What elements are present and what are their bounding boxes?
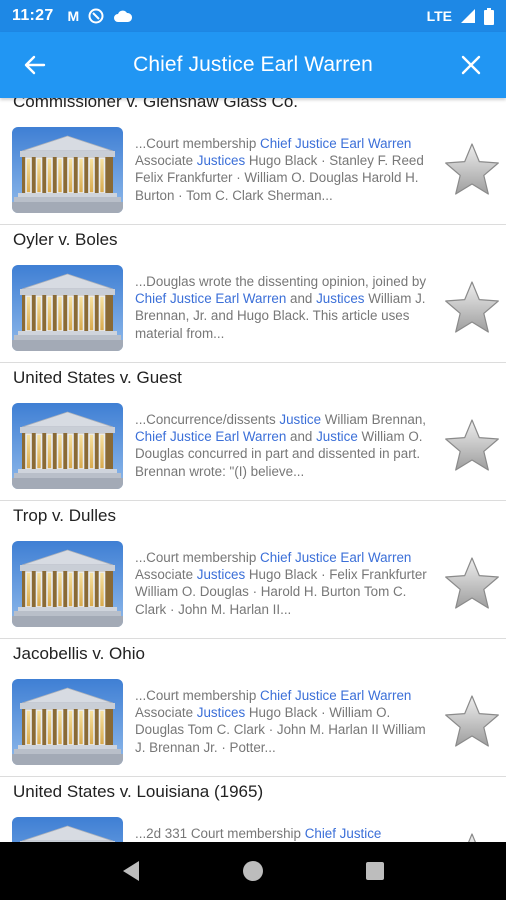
snippet-highlight: Justices — [196, 704, 246, 720]
case-title[interactable]: Commissioner v. Glenshaw Glass Co. — [0, 98, 506, 115]
favorite-star-icon[interactable] — [442, 830, 502, 842]
snippet-highlight: Chief Justice Earl Warren — [135, 290, 287, 306]
gmail-icon: M — [67, 8, 80, 24]
snippet-text: ...Court membership — [135, 687, 261, 703]
favorite-star-icon[interactable] — [442, 140, 502, 200]
favorite-star-icon[interactable] — [442, 278, 502, 338]
case-title[interactable]: Oyler v. Boles — [0, 225, 506, 253]
snippet-text: ...Douglas wrote the dissenting opinion,… — [135, 273, 427, 289]
case-title[interactable]: United States v. Guest — [0, 363, 506, 391]
snippet-text: Associate — [135, 566, 197, 582]
page-title: Chief Justice Earl Warren — [133, 53, 373, 76]
status-time: 11:27 — [12, 7, 54, 24]
snippet-text: ...Court membership — [135, 135, 261, 151]
search-results-list[interactable]: Commissioner v. Glenshaw Glass Co. ...Co… — [0, 98, 506, 842]
snippet-highlight: Justices — [316, 290, 365, 306]
supreme-court-thumbnail — [12, 264, 123, 351]
result-snippet: ...Court membership Chief Justice Earl W… — [135, 687, 439, 757]
snippet-text: ...2d 331 Court membership — [135, 825, 305, 841]
arrow-back-icon — [24, 55, 46, 75]
back-button[interactable] — [0, 32, 70, 98]
cloud-icon — [114, 10, 133, 22]
search-result: Oyler v. Boles ...Douglas wrote the diss… — [0, 225, 506, 363]
nav-back-icon[interactable] — [121, 860, 141, 882]
system-icons: LTE — [426, 7, 494, 25]
favorite-star-icon[interactable] — [442, 554, 502, 614]
result-entry[interactable]: ...2d 331 Court membership Chief Justice — [0, 805, 506, 842]
result-entry[interactable]: ...Court membership Chief Justice Earl W… — [0, 115, 506, 224]
network-type: LTE — [426, 8, 452, 24]
snippet-highlight: Chief Justice Earl Warren — [260, 135, 412, 151]
case-title[interactable]: United States v. Louisiana (1965) — [0, 777, 506, 805]
result-entry[interactable]: ...Douglas wrote the dissenting opinion,… — [0, 253, 506, 362]
snippet-highlight: Chief Justice Earl Warren — [260, 687, 412, 703]
search-result: United States v. Guest ...Concurrence/di… — [0, 363, 506, 501]
signal-icon — [461, 9, 475, 23]
snippet-highlight: Chief Justice Earl Warren — [135, 428, 287, 444]
result-snippet: ...Court membership Chief Justice Earl W… — [135, 549, 439, 619]
snippet-text: and — [286, 290, 317, 306]
search-result: United States v. Louisiana (1965) ...2d … — [0, 777, 506, 842]
case-title[interactable]: Jacobellis v. Ohio — [0, 639, 506, 667]
search-result: ...Court membership Chief Justice Earl W… — [0, 115, 506, 225]
result-snippet: ...Douglas wrote the dissenting opinion,… — [135, 273, 439, 343]
system-navigation-bar — [0, 842, 506, 900]
favorite-star-icon[interactable] — [442, 692, 502, 752]
battery-icon — [484, 7, 494, 25]
supreme-court-thumbnail — [12, 126, 123, 213]
result-entry[interactable]: ...Court membership Chief Justice Earl W… — [0, 529, 506, 638]
sync-icon — [88, 8, 104, 24]
supreme-court-thumbnail — [12, 402, 123, 489]
snippet-highlight: Justice — [279, 411, 322, 427]
snippet-highlight: Justice — [316, 428, 358, 444]
snippet-text: Associate — [135, 152, 197, 168]
result-snippet: ...2d 331 Court membership Chief Justice — [135, 825, 439, 843]
result-entry[interactable]: ...Concurrence/dissents Justice William … — [0, 391, 506, 500]
search-result: Trop v. Dulles ...Court membership Chief… — [0, 501, 506, 639]
search-result: Jacobellis v. Ohio ...Court membership C… — [0, 639, 506, 777]
snippet-text: and — [286, 428, 317, 444]
notification-icons: M — [68, 8, 134, 24]
snippet-highlight: Chief Justice Earl Warren — [260, 549, 412, 565]
snippet-text: ...Concurrence/dissents — [135, 411, 280, 427]
snippet-highlight: Chief Justice — [304, 825, 382, 841]
status-bar: 11:27 M LTE — [0, 0, 506, 32]
result-snippet: ...Concurrence/dissents Justice William … — [135, 411, 439, 481]
nav-home-icon[interactable] — [242, 860, 264, 882]
close-icon — [461, 55, 481, 75]
case-title[interactable]: Trop v. Dulles — [0, 501, 506, 529]
supreme-court-thumbnail — [12, 678, 123, 765]
supreme-court-thumbnail — [12, 816, 123, 842]
result-snippet: ...Court membership Chief Justice Earl W… — [135, 135, 439, 205]
snippet-text: William Brennan, — [321, 411, 427, 427]
snippet-highlight: Justices — [196, 566, 246, 582]
app-bar: Chief Justice Earl Warren — [0, 32, 506, 98]
snippet-highlight: Justices — [196, 152, 246, 168]
snippet-text: ...Court membership — [135, 549, 261, 565]
close-button[interactable] — [436, 32, 506, 98]
nav-recents-icon[interactable] — [365, 861, 385, 881]
supreme-court-thumbnail — [12, 540, 123, 627]
favorite-star-icon[interactable] — [442, 416, 502, 476]
snippet-text: Associate — [135, 704, 197, 720]
result-entry[interactable]: ...Court membership Chief Justice Earl W… — [0, 667, 506, 776]
